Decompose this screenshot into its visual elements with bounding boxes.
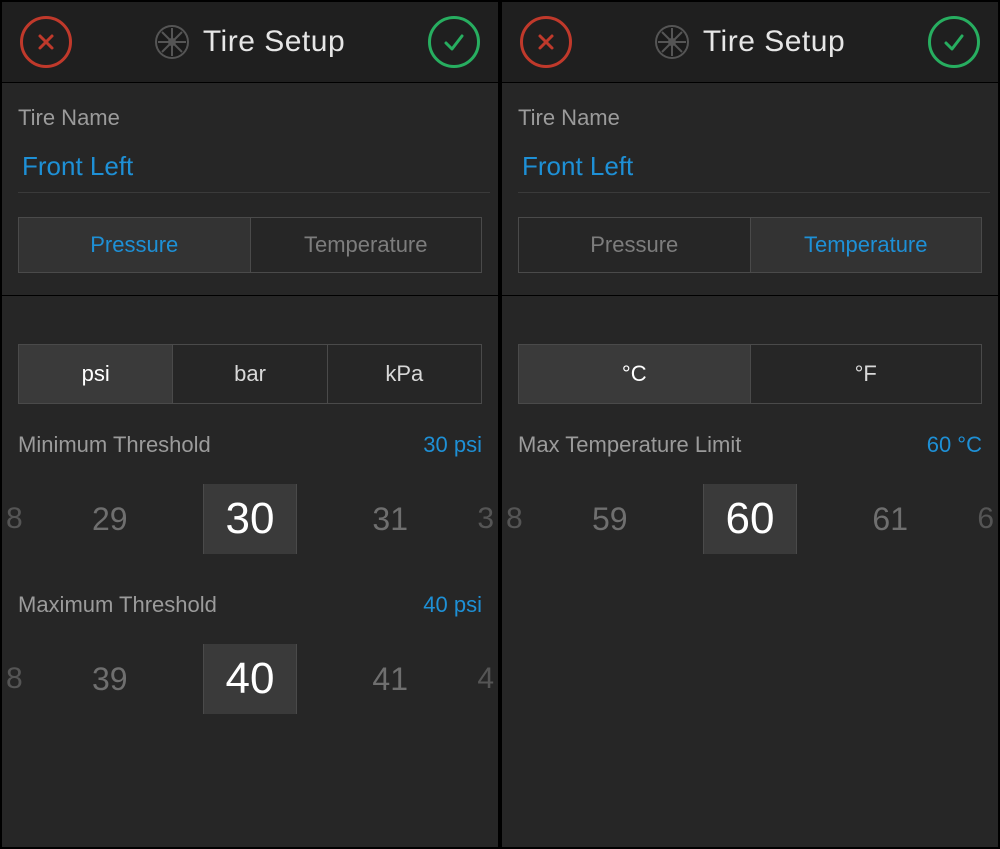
picker-tick: 29: [92, 501, 128, 538]
confirm-button[interactable]: [428, 16, 480, 68]
tab-switch: Pressure Temperature: [18, 217, 482, 273]
unit-celsius[interactable]: °C: [519, 345, 751, 403]
header: Tire Setup: [502, 2, 998, 83]
cancel-button[interactable]: [20, 16, 72, 68]
picker-tick: 31: [372, 501, 408, 538]
tab-temperature[interactable]: Temperature: [251, 218, 482, 272]
cancel-button[interactable]: [520, 16, 572, 68]
check-icon: [442, 30, 466, 54]
unit-bar[interactable]: bar: [173, 345, 327, 403]
title-text: Tire Setup: [703, 25, 845, 59]
picker-tick: 61: [872, 501, 908, 538]
picker-tick: 59: [592, 501, 628, 538]
tab-pressure[interactable]: Pressure: [19, 218, 251, 272]
picker-center: 40: [203, 644, 298, 714]
picker-tick: 3: [477, 502, 494, 536]
max-temp-picker[interactable]: 8 59 60 61 6: [502, 474, 998, 564]
max-threshold-value: 40 psi: [423, 592, 482, 618]
close-icon: [534, 30, 558, 54]
tire-icon: [655, 25, 689, 59]
min-threshold-label: Minimum Threshold: [18, 432, 211, 458]
panel-temperature: Tire Setup Tire Name Pressure Temperatur…: [500, 0, 1000, 849]
picker-tick: 4: [477, 662, 494, 696]
tab-switch: Pressure Temperature: [518, 217, 982, 273]
picker-tick: 8: [6, 502, 23, 536]
tab-temperature[interactable]: Temperature: [751, 218, 982, 272]
picker-tick: 8: [506, 502, 523, 536]
picker-center: 60: [703, 484, 798, 554]
confirm-button[interactable]: [928, 16, 980, 68]
page-title: Tire Setup: [155, 25, 345, 59]
unit-kpa[interactable]: kPa: [328, 345, 481, 403]
unit-psi[interactable]: psi: [19, 345, 173, 403]
tire-name-input[interactable]: [518, 145, 990, 193]
panel-pressure: Tire Setup Tire Name Pressure Temperatur…: [0, 0, 500, 849]
picker-tick: 41: [372, 661, 408, 698]
title-text: Tire Setup: [203, 25, 345, 59]
picker-tick: 6: [977, 502, 994, 536]
tire-name-input[interactable]: [18, 145, 490, 193]
tab-pressure[interactable]: Pressure: [519, 218, 751, 272]
unit-fahrenheit[interactable]: °F: [751, 345, 982, 403]
picker-tick: 8: [6, 662, 23, 696]
min-threshold-picker[interactable]: 8 29 30 31 3: [2, 474, 498, 564]
tire-name-label: Tire Name: [18, 105, 482, 131]
min-threshold-value: 30 psi: [423, 432, 482, 458]
header: Tire Setup: [2, 2, 498, 83]
unit-switch: °C °F: [518, 344, 982, 404]
tire-name-label: Tire Name: [518, 105, 982, 131]
check-icon: [942, 30, 966, 54]
unit-switch: psi bar kPa: [18, 344, 482, 404]
max-temp-value: 60 °C: [927, 432, 982, 458]
max-threshold-picker[interactable]: 8 39 40 41 4: [2, 634, 498, 724]
picker-tick: 39: [92, 661, 128, 698]
close-icon: [34, 30, 58, 54]
page-title: Tire Setup: [655, 25, 845, 59]
picker-center: 30: [203, 484, 298, 554]
tire-icon: [155, 25, 189, 59]
max-threshold-label: Maximum Threshold: [18, 592, 217, 618]
max-temp-label: Max Temperature Limit: [518, 432, 741, 458]
